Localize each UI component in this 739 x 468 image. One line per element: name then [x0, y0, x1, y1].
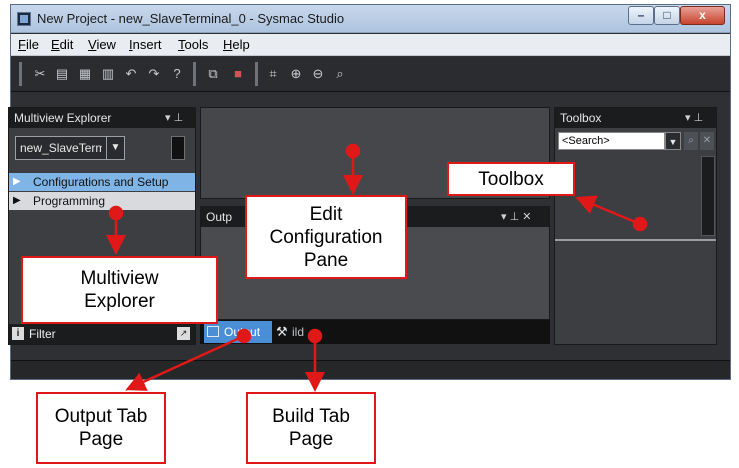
callout-edit-line1: Edit: [309, 203, 343, 225]
multiview-title: Multiview Explorer: [14, 111, 112, 125]
help-icon[interactable]: ?: [168, 64, 186, 84]
menu-view[interactable]: View: [88, 37, 116, 52]
multiview-title-bar: Multiview Explorer ▾ ⊥: [9, 108, 195, 128]
tab-output-label: Output: [224, 325, 261, 339]
delete-icon[interactable]: ▥: [99, 64, 117, 84]
callout-output-line2: Page: [78, 429, 124, 450]
window-title: New Project - new_SlaveTerminal_0 - Sysm…: [37, 11, 345, 26]
toolbox-title-bar: Toolbox ▾ ⊥: [555, 108, 716, 128]
maximize-button[interactable]: □: [654, 6, 680, 25]
pin-icon[interactable]: ▾ ⊥: [165, 108, 183, 128]
menu-bar: File Edit View Insert Tools Help: [11, 34, 730, 56]
callout-build-tab: Build Tab Page: [246, 392, 376, 464]
callout-edit-line3: Pane: [303, 249, 349, 271]
callout-edit-pane: Edit Configuration Pane: [245, 195, 407, 279]
toolbox-scrollbar[interactable]: [701, 156, 715, 236]
output-title: Outp: [206, 210, 233, 224]
callout-toolbox-text: Toolbox: [478, 168, 544, 190]
toolbox-panel: Toolbox ▾ ⊥ <Search> ▼ ⌕ ✕: [554, 107, 717, 345]
minimize-button[interactable]: –: [628, 6, 654, 25]
filter-label: Filter: [29, 327, 56, 341]
toolbar: ✂ ▤ ▦ ▥ ↶ ↷ ? ⧉ ■ ⌗ ⊕ ⊖ ⌕: [11, 57, 730, 92]
callout-multiview-line2: Explorer: [84, 291, 155, 312]
callout-build-line1: Build Tab: [272, 406, 350, 427]
filter-toggle-button[interactable]: ↗: [177, 327, 190, 340]
toolbar-separator: [255, 62, 258, 86]
callout-output-line1: Output Tab: [54, 406, 148, 427]
toolbar-separator: [193, 62, 196, 86]
toolbox-search-input[interactable]: <Search>: [558, 132, 665, 150]
callout-edit-line2: Configuration: [269, 226, 383, 248]
title-bar[interactable]: New Project - new_SlaveTerminal_0 - Sysm…: [11, 5, 730, 33]
tab-output[interactable]: Output: [204, 321, 272, 343]
menu-help[interactable]: Help: [223, 37, 250, 52]
filter-bar[interactable]: i Filter ↗: [9, 324, 195, 344]
tree-item-label: Programming: [33, 194, 106, 208]
zoom-in-icon[interactable]: ⊕: [287, 64, 305, 84]
menu-insert[interactable]: Insert: [129, 37, 162, 52]
zoom-out-icon[interactable]: ⊖: [309, 64, 327, 84]
bottom-tab-strip: Output ⚒ ild: [200, 320, 550, 344]
undo-icon[interactable]: ↶: [122, 64, 140, 84]
output-icon: [207, 326, 219, 337]
menu-tools[interactable]: Tools: [178, 37, 208, 52]
cut-icon[interactable]: ✂: [31, 64, 49, 84]
window-icon[interactable]: ⧉: [204, 64, 222, 84]
menu-file[interactable]: File: [18, 37, 39, 52]
panel-controls-icon[interactable]: ▾ ⊥ ✕: [501, 207, 531, 227]
toolbar-separator: [19, 62, 22, 86]
app-icon: [17, 12, 31, 26]
tree-item-configurations[interactable]: ▶ Configurations and Setup: [9, 173, 195, 191]
clear-icon[interactable]: ✕: [700, 132, 714, 150]
toolbox-title: Toolbox: [560, 111, 602, 125]
callout-multiview-line1: Multiview: [80, 268, 159, 289]
status-bar: [11, 360, 730, 379]
menu-edit[interactable]: Edit: [51, 37, 73, 52]
expand-arrow-icon[interactable]: ▶: [13, 192, 21, 210]
error-icon[interactable]: ■: [229, 64, 247, 84]
redo-icon[interactable]: ↷: [145, 64, 163, 84]
toolbox-search-placeholder: <Search>: [562, 135, 610, 147]
build-icon: ⚒: [276, 324, 288, 339]
search-icon[interactable]: ⌕: [684, 132, 698, 150]
paste-icon[interactable]: ▦: [76, 64, 94, 84]
expand-arrow-icon[interactable]: ▶: [13, 173, 21, 191]
tree-item-label: Configurations and Setup: [33, 175, 169, 189]
toolbox-divider: [555, 239, 716, 241]
chevron-down-icon[interactable]: ▼: [106, 137, 124, 159]
callout-output-tab: Output Tab Page: [36, 392, 166, 464]
callout-build-line2: Page: [288, 429, 334, 450]
close-button[interactable]: x: [680, 6, 725, 25]
info-icon: i: [12, 327, 24, 340]
chevron-down-icon[interactable]: ▼: [665, 132, 681, 150]
device-combo-value: new_SlaveTerm: [20, 141, 102, 155]
callout-multiview-explorer: Multiview Explorer: [21, 256, 218, 324]
callout-toolbox: Toolbox: [447, 162, 575, 196]
copy-icon[interactable]: ▤: [53, 64, 71, 84]
tab-build-label: ild: [292, 325, 305, 339]
pin-icon[interactable]: ▾ ⊥: [685, 108, 703, 128]
fit-icon[interactable]: ⌗: [264, 64, 282, 84]
tab-build[interactable]: ⚒ ild: [274, 321, 334, 343]
tree-item-programming[interactable]: ▶ Programming: [9, 192, 195, 210]
device-combo[interactable]: new_SlaveTerm ▼: [15, 136, 125, 160]
device-icon: [171, 136, 185, 160]
zoom-100-icon[interactable]: ⌕: [331, 64, 349, 84]
